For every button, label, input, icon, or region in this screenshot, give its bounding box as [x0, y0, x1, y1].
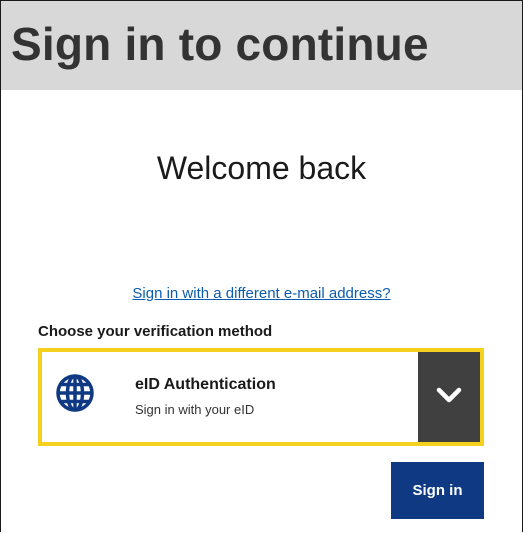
page-title: Sign in to continue	[11, 18, 429, 70]
globe-icon	[55, 373, 95, 413]
chevron-down-icon	[436, 387, 462, 408]
welcome-heading: Welcome back	[156, 150, 367, 186]
method-name: eID Authentication	[135, 376, 276, 393]
verification-method-label: Choose your verification method	[38, 323, 273, 340]
method-description: Sign in with your eID	[135, 402, 255, 417]
different-email-link[interactable]: Sign in with a different e-mail address?	[0, 285, 523, 302]
page-header: Sign in to continue	[1, 1, 522, 90]
sign-in-button[interactable]: Sign in	[391, 462, 484, 519]
method-dropdown-toggle[interactable]	[418, 352, 480, 442]
verification-method-select[interactable]: eID Authentication Sign in with your eID	[38, 348, 484, 446]
